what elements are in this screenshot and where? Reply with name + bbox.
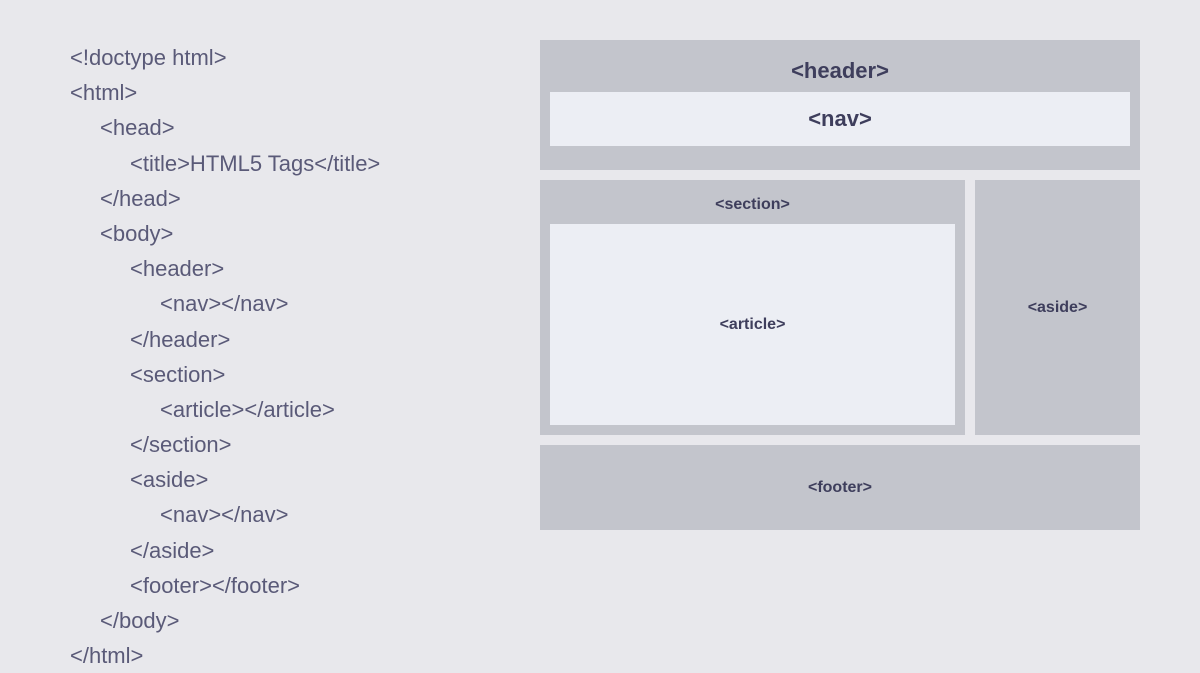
code-line: <article></article>: [70, 392, 490, 427]
code-panel: <!doctype html> <html> <head> <title>HTM…: [70, 40, 490, 588]
section-region: <section> <article>: [540, 180, 965, 435]
header-region: <header> <nav>: [540, 40, 1140, 170]
footer-region: <footer>: [540, 445, 1140, 530]
code-line: <body>: [70, 216, 490, 251]
section-label: <section>: [550, 190, 955, 224]
header-label: <header>: [791, 50, 889, 92]
code-line: <nav></nav>: [70, 286, 490, 321]
code-line: </html>: [70, 638, 490, 673]
code-line: </body>: [70, 603, 490, 638]
code-line: <title>HTML5 Tags</title>: [70, 146, 490, 181]
code-line: <footer></footer>: [70, 568, 490, 603]
aside-region: <aside>: [975, 180, 1140, 435]
nav-region: <nav>: [550, 92, 1130, 146]
code-line: <aside>: [70, 462, 490, 497]
code-line: <!doctype html>: [70, 40, 490, 75]
middle-row: <section> <article> <aside>: [540, 180, 1140, 435]
code-line: <header>: [70, 251, 490, 286]
layout-diagram: <header> <nav> <section> <article> <asid…: [490, 40, 1140, 588]
code-line: <html>: [70, 75, 490, 110]
code-line: </header>: [70, 322, 490, 357]
code-line: </aside>: [70, 533, 490, 568]
code-line: </head>: [70, 181, 490, 216]
article-region: <article>: [550, 224, 955, 425]
code-line: <nav></nav>: [70, 497, 490, 532]
code-line: </section>: [70, 427, 490, 462]
code-line: <section>: [70, 357, 490, 392]
code-line: <head>: [70, 110, 490, 145]
